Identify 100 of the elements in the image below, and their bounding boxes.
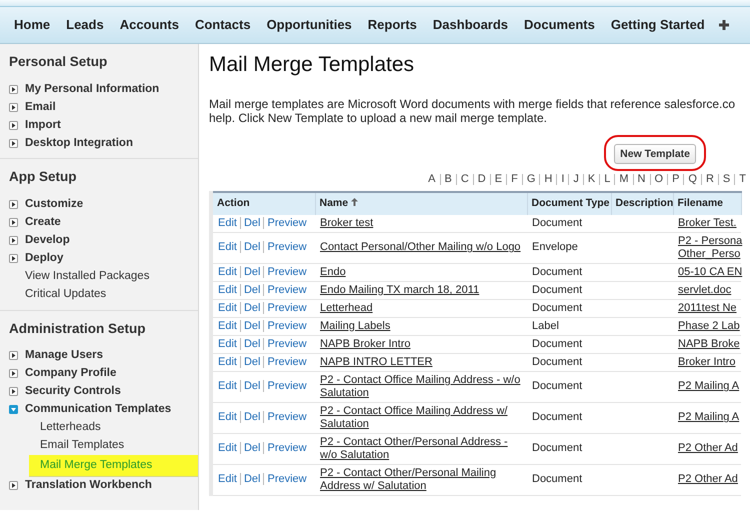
action-link[interactable]: Preview <box>263 241 310 254</box>
filename-link[interactable]: 2011test Ne <box>678 302 737 315</box>
nav-tab[interactable]: Getting Started <box>602 15 713 35</box>
action-link[interactable]: Edit <box>218 411 240 424</box>
sidebar-item[interactable]: Create <box>25 214 61 232</box>
action-link[interactable]: Preview <box>263 216 310 229</box>
template-name-link[interactable]: NAPB Broker Intro <box>320 338 410 351</box>
alphabet-filter-link[interactable]: Q <box>683 174 701 186</box>
template-name-link[interactable]: Endo Mailing TX march 18, 2011 <box>320 284 480 297</box>
filename-link[interactable]: P2 Mailing A <box>678 380 740 394</box>
nav-tab[interactable]: Leads <box>58 15 112 35</box>
action-link[interactable]: Del <box>240 411 264 424</box>
nav-tab[interactable]: Dashboards <box>424 15 516 35</box>
filename-link[interactable]: NAPB Broke <box>678 338 740 351</box>
action-link[interactable]: Del <box>240 266 264 278</box>
filename-link[interactable]: 05-10 CA EN <box>678 266 742 279</box>
filename-link[interactable]: Broker Intro <box>678 356 736 369</box>
sidebar-item[interactable]: Security Controls <box>25 383 121 400</box>
sidebar-item[interactable]: Manage Users <box>25 347 103 364</box>
action-link[interactable]: Del <box>240 302 264 314</box>
action-link[interactable]: Preview <box>263 473 310 486</box>
action-link[interactable]: Preview <box>263 320 310 332</box>
action-link[interactable]: Del <box>240 284 264 296</box>
sidebar-item[interactable]: Email <box>25 98 56 116</box>
action-link[interactable]: Edit <box>218 338 240 350</box>
filename-link[interactable]: P2 Mailing A <box>678 411 740 424</box>
alphabet-filter-link[interactable]: H <box>539 174 556 186</box>
alphabet-filter-link[interactable]: K <box>582 174 600 186</box>
template-name-link[interactable]: Letterhead <box>320 302 373 315</box>
action-link[interactable]: Preview <box>263 411 310 424</box>
action-link[interactable]: Del <box>240 380 264 392</box>
action-link[interactable]: Edit <box>218 266 240 278</box>
action-link[interactable]: Edit <box>218 216 240 229</box>
alphabet-filter-link[interactable]: I <box>556 174 568 186</box>
column-header[interactable]: Document Type <box>527 192 611 215</box>
sidebar-item[interactable]: Develop <box>25 232 70 250</box>
action-link[interactable]: Del <box>240 442 264 454</box>
template-name-link[interactable]: P2 - Contact Other/Personal Mailing Address w/ Salutation <box>320 466 522 493</box>
filename-link[interactable]: P2 Other Ad <box>678 442 738 456</box>
alphabet-filter-link[interactable]: M <box>614 174 633 186</box>
action-link[interactable]: Preview <box>263 284 310 296</box>
column-header[interactable]: Filename <box>673 192 741 215</box>
sidebar-subitem[interactable]: Email Templates <box>9 436 198 455</box>
action-link[interactable]: Del <box>240 356 264 368</box>
sidebar-link[interactable]: View Installed Packages <box>25 268 150 286</box>
template-name-link[interactable]: Mailing Labels <box>320 320 390 333</box>
new-template-button[interactable]: New Template <box>614 144 696 164</box>
template-name-link[interactable]: Contact Personal/Other Mailing w/o Logo <box>320 241 521 254</box>
action-link[interactable]: Preview <box>263 302 310 314</box>
action-link[interactable]: Edit <box>218 241 240 254</box>
alphabet-filter-link[interactable]: O <box>650 174 668 186</box>
sidebar-link[interactable]: Critical Updates <box>25 286 106 304</box>
column-header[interactable]: Name <box>315 192 527 215</box>
alphabet-filter-link[interactable]: B <box>440 174 456 186</box>
template-name-link[interactable]: P2 - Contact Office Mailing Address w/ Salutation <box>320 404 522 431</box>
action-link[interactable]: Edit <box>218 442 240 454</box>
action-link[interactable]: Edit <box>218 320 240 332</box>
alphabet-filter-link[interactable]: N <box>632 174 650 186</box>
filename-link[interactable]: P2 Other Ad <box>678 473 738 486</box>
alphabet-filter-link[interactable]: J <box>568 174 583 186</box>
alphabet-filter-link[interactable]: D <box>472 174 490 186</box>
filename-link[interactable]: Broker Test. <box>678 216 736 230</box>
template-name-link[interactable]: P2 - Contact Office Mailing Address - w/o Salutation <box>320 374 522 400</box>
action-link[interactable]: Preview <box>263 356 310 368</box>
filename-link[interactable]: servlet.doc <box>678 284 732 297</box>
sidebar-item[interactable]: Communication Templates <box>25 401 172 418</box>
action-link[interactable]: Edit <box>218 473 240 486</box>
sidebar-item[interactable]: Customize <box>25 196 84 214</box>
nav-tab[interactable]: Reports <box>360 15 425 35</box>
action-link[interactable]: Del <box>240 320 264 332</box>
sidebar-item[interactable]: My Personal Information <box>25 80 160 98</box>
template-name-link[interactable]: Endo <box>320 266 346 279</box>
alphabet-filter-link[interactable]: T <box>734 174 750 186</box>
action-link[interactable]: Preview <box>263 442 310 454</box>
filename-link[interactable]: Phase 2 Lab <box>678 320 740 333</box>
action-link[interactable]: Del <box>240 338 264 350</box>
action-link[interactable]: Edit <box>218 356 240 368</box>
template-name-link[interactable]: NAPB INTRO LETTER <box>320 356 432 369</box>
alphabet-filter-link[interactable]: S <box>718 174 734 186</box>
sidebar-item[interactable]: Desktop Integration <box>25 134 133 152</box>
action-link[interactable]: Del <box>240 241 264 254</box>
nav-tab[interactable]: Documents <box>516 15 603 35</box>
nav-tab[interactable]: Opportunities <box>258 15 360 35</box>
action-link[interactable]: Edit <box>218 284 240 296</box>
alphabet-filter-link[interactable]: A <box>424 174 440 186</box>
column-header[interactable]: Description <box>611 192 673 215</box>
nav-tab[interactable]: Accounts <box>112 15 187 35</box>
template-name-link[interactable]: P2 - Contact Other/Personal Address - w/o Salutation <box>320 436 522 462</box>
action-link[interactable]: Preview <box>263 266 310 278</box>
alphabet-filter-link[interactable]: P <box>667 174 684 186</box>
filename-link[interactable]: P2 - Persona Other_Perso <box>678 234 742 261</box>
action-link[interactable]: Preview <box>263 338 310 350</box>
nav-tab[interactable]: Home <box>6 15 58 35</box>
action-link[interactable]: Edit <box>218 302 240 314</box>
action-link[interactable]: Preview <box>263 380 310 392</box>
template-name-link[interactable]: Broker test <box>320 216 374 230</box>
sidebar-item[interactable]: Company Profile <box>25 365 116 382</box>
alphabet-filter-link[interactable]: C <box>456 174 473 186</box>
sidebar-subitem[interactable]: Letterheads <box>9 418 198 437</box>
nav-tab[interactable]: Contacts <box>186 15 259 35</box>
